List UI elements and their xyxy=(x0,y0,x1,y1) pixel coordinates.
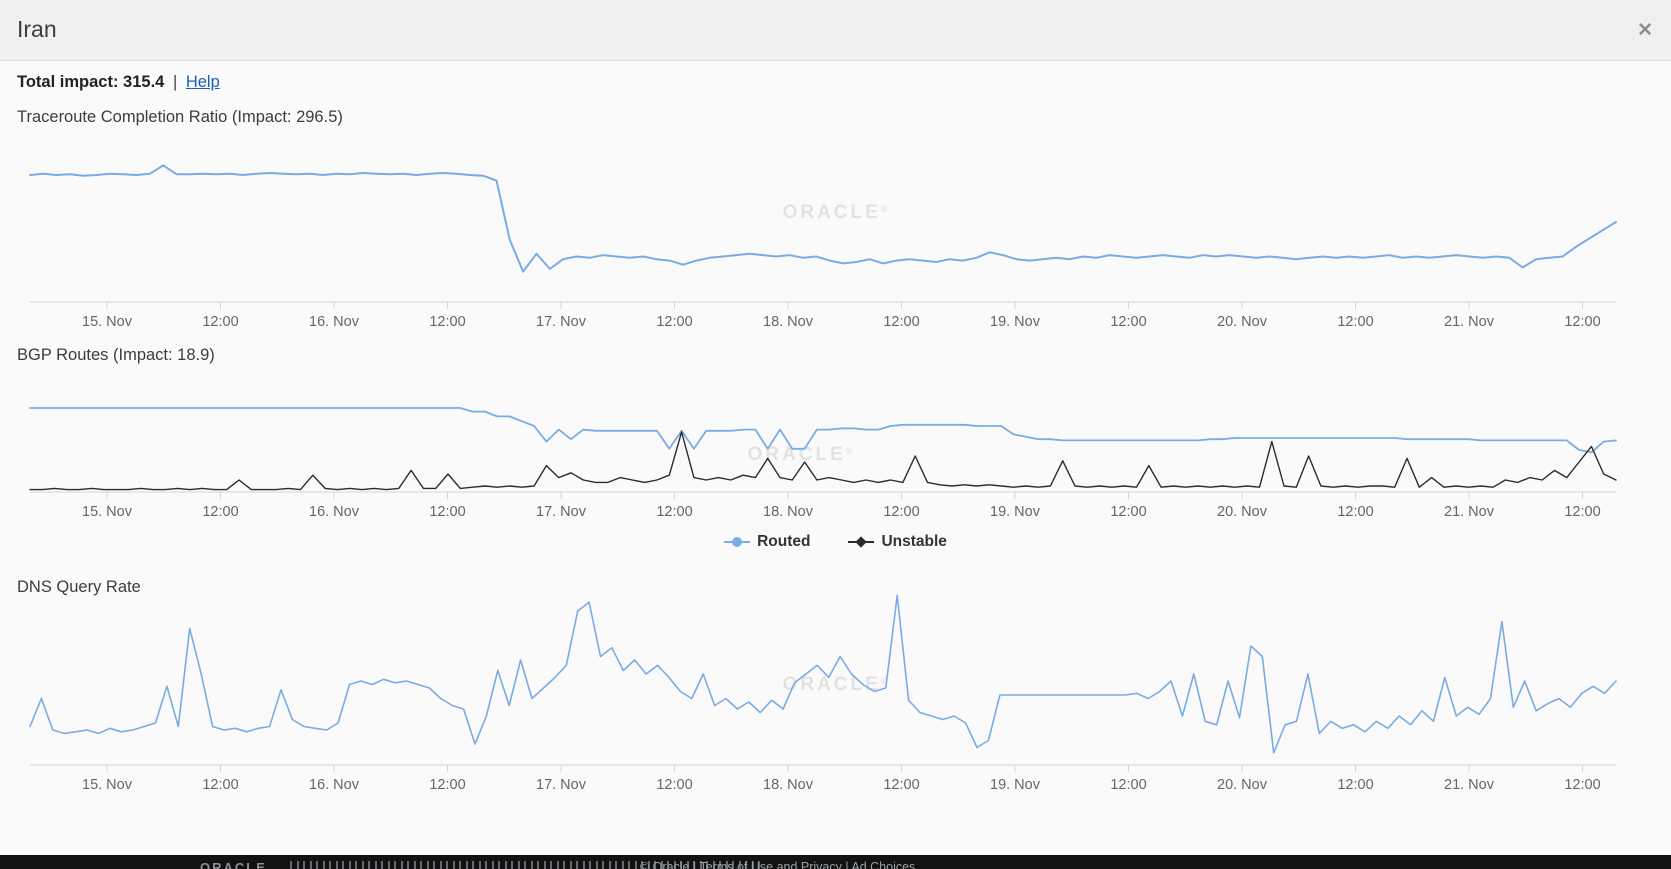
svg-text:12:00: 12:00 xyxy=(202,314,238,330)
bgp-chart-title: BGP Routes (Impact: 18.9) xyxy=(17,346,215,365)
separator: | xyxy=(173,73,177,91)
svg-text:ORACLE®: ORACLE® xyxy=(748,444,853,465)
routed-circle-icon xyxy=(724,536,750,548)
svg-text:19. Nov: 19. Nov xyxy=(990,777,1041,793)
svg-text:12:00: 12:00 xyxy=(202,777,238,793)
svg-text:12:00: 12:00 xyxy=(429,504,465,520)
svg-text:19. Nov: 19. Nov xyxy=(990,314,1041,330)
dns-chart[interactable]: ORACLE® 15. Nov 12:00 16. Nov 12:00 17. Nov 12… xyxy=(0,590,1671,805)
svg-text:12:00: 12:00 xyxy=(656,504,692,520)
svg-text:17. Nov: 17. Nov xyxy=(536,314,587,330)
svg-text:ORACLE®: ORACLE® xyxy=(783,674,888,695)
svg-text:12:00: 12:00 xyxy=(656,314,692,330)
svg-text:12:00: 12:00 xyxy=(429,314,465,330)
legend-label-unstable: Unstable xyxy=(881,533,946,551)
svg-text:12:00: 12:00 xyxy=(1564,504,1600,520)
bgp-chart[interactable]: ORACLE® 15. Nov 12:00 16. Nov 12:00 17. Nov 12… xyxy=(0,368,1671,533)
svg-text:15. Nov: 15. Nov xyxy=(82,314,133,330)
svg-text:12:00: 12:00 xyxy=(1110,777,1146,793)
total-impact-label: Total impact: xyxy=(17,73,118,91)
svg-text:20. Nov: 20. Nov xyxy=(1217,504,1268,520)
svg-text:16. Nov: 16. Nov xyxy=(309,504,360,520)
svg-text:12:00: 12:00 xyxy=(202,504,238,520)
svg-text:21. Nov: 21. Nov xyxy=(1444,504,1495,520)
svg-text:12:00: 12:00 xyxy=(1337,777,1373,793)
help-link[interactable]: Help xyxy=(186,73,220,91)
modal-header: Iran ✕ xyxy=(0,0,1671,61)
svg-text:16. Nov: 16. Nov xyxy=(309,314,360,330)
svg-text:20. Nov: 20. Nov xyxy=(1217,314,1268,330)
legend-item-routed[interactable]: Routed xyxy=(724,533,810,551)
traceroute-chart[interactable]: ORACLE® 15. Nov 12:00 16. Nov 12:00 17. Nov 12… xyxy=(0,138,1671,343)
svg-text:21. Nov: 21. Nov xyxy=(1444,777,1495,793)
total-impact-value: 315.4 xyxy=(123,73,164,91)
svg-text:ORACLE®: ORACLE® xyxy=(783,202,888,223)
bgp-legend: Routed Unstable xyxy=(0,533,1671,551)
svg-text:17. Nov: 17. Nov xyxy=(536,777,587,793)
svg-text:18. Nov: 18. Nov xyxy=(763,504,814,520)
unstable-diamond-icon xyxy=(848,536,874,548)
svg-text:16. Nov: 16. Nov xyxy=(309,777,360,793)
svg-text:12:00: 12:00 xyxy=(883,504,919,520)
svg-text:20. Nov: 20. Nov xyxy=(1217,777,1268,793)
svg-text:12:00: 12:00 xyxy=(1564,314,1600,330)
svg-text:19. Nov: 19. Nov xyxy=(990,504,1041,520)
svg-text:12:00: 12:00 xyxy=(1337,314,1373,330)
footer-legal-links[interactable]: © Oracle | Terms of Use and Privacy | Ad… xyxy=(640,860,915,869)
footer-oracle-wordmark: ORACLE xyxy=(200,860,267,869)
svg-text:15. Nov: 15. Nov xyxy=(82,777,133,793)
legend-item-unstable[interactable]: Unstable xyxy=(848,533,946,551)
svg-text:21. Nov: 21. Nov xyxy=(1444,314,1495,330)
legend-label-routed: Routed xyxy=(757,533,810,551)
modal-title: Iran xyxy=(17,16,57,43)
svg-text:12:00: 12:00 xyxy=(1110,314,1146,330)
footer-bar: ORACLE © Oracle | Terms of Use and Priva… xyxy=(0,855,1671,869)
svg-text:12:00: 12:00 xyxy=(883,777,919,793)
svg-text:18. Nov: 18. Nov xyxy=(763,314,814,330)
svg-text:12:00: 12:00 xyxy=(656,777,692,793)
total-impact-row: Total impact: 315.4 | Help xyxy=(17,73,220,92)
svg-text:12:00: 12:00 xyxy=(429,777,465,793)
svg-text:12:00: 12:00 xyxy=(1564,777,1600,793)
svg-text:12:00: 12:00 xyxy=(1337,504,1373,520)
svg-text:17. Nov: 17. Nov xyxy=(536,504,587,520)
svg-text:12:00: 12:00 xyxy=(1110,504,1146,520)
svg-text:18. Nov: 18. Nov xyxy=(763,777,814,793)
close-icon[interactable]: ✕ xyxy=(1637,21,1653,40)
svg-text:15. Nov: 15. Nov xyxy=(82,504,133,520)
svg-text:12:00: 12:00 xyxy=(883,314,919,330)
traceroute-chart-title: Traceroute Completion Ratio (Impact: 296… xyxy=(17,108,343,127)
